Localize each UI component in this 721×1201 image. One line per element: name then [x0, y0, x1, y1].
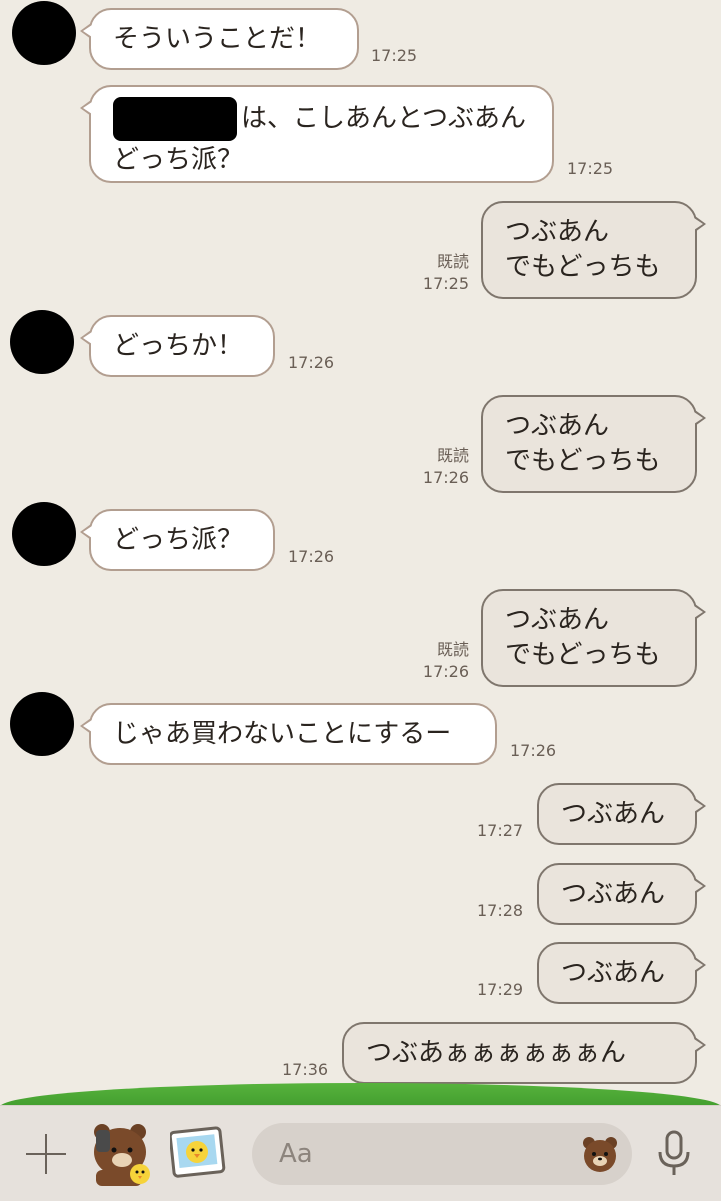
read-receipt: 既読 — [436, 252, 469, 271]
message-text: じゃあ買わないことにするー — [113, 719, 452, 749]
composer-bar: Aa — [0, 1105, 721, 1201]
plus-icon[interactable] — [26, 1134, 66, 1174]
avatar[interactable] — [10, 310, 74, 374]
message-time: 17:25 — [371, 46, 418, 65]
message-text-line-2: でもどっちも — [505, 252, 661, 282]
message-text: つぶあん — [561, 799, 666, 829]
message-meta: 既読 17:25 — [409, 251, 469, 295]
message-text: つぶあん — [561, 958, 666, 988]
message-text: つぶあん — [561, 879, 666, 909]
avatar[interactable] — [10, 692, 74, 756]
message-time: 17:25 — [567, 159, 614, 178]
message-text-line-1: つぶあん — [505, 411, 610, 441]
message-meta: 既読 17:26 — [409, 445, 469, 489]
redacted-name — [113, 97, 237, 141]
message-time: 17:26 — [288, 547, 335, 566]
avatar[interactable] — [12, 502, 76, 566]
read-receipt: 既読 — [436, 640, 469, 659]
photo-icon[interactable] — [168, 1126, 226, 1178]
message-time: 17:36 — [282, 1060, 329, 1079]
message-meta: 既読 17:26 — [409, 639, 469, 683]
message-bubble[interactable]: つぶあん — [537, 942, 706, 1004]
message-bubble[interactable]: そういうことだ！ — [80, 8, 359, 70]
message-bubble[interactable]: つぶあん — [537, 863, 706, 925]
message-time: 17:25 — [422, 274, 469, 293]
message-bubble[interactable]: つぶあん でもどっちも — [481, 201, 706, 299]
emoji-icon[interactable] — [580, 1134, 620, 1174]
grass-decoration — [0, 1083, 721, 1105]
message-bubble[interactable]: じゃあ買わないことにするー — [80, 703, 497, 765]
message-text: つぶあぁぁぁぁぁぁん — [366, 1038, 627, 1068]
message-time: 17:26 — [288, 353, 335, 372]
chat-area: そういうことだ！ 17:25 は、こしあんとつぶあん どっち派？ 17:25 既… — [0, 0, 721, 1105]
message-bubble[interactable]: つぶあぁぁぁぁぁぁん — [342, 1022, 706, 1084]
read-receipt: 既読 — [436, 446, 469, 465]
microphone-icon[interactable] — [654, 1130, 694, 1178]
message-text-line-1: は、こしあんとつぶあん — [241, 103, 526, 134]
message-input-placeholder: Aa — [279, 1139, 313, 1169]
message-text: どっち派？ — [113, 525, 244, 555]
message-time: 17:29 — [477, 980, 524, 999]
message-time: 17:27 — [477, 821, 524, 840]
message-text-line-2: どっち派？ — [113, 145, 244, 175]
sticker-icon[interactable] — [88, 1120, 154, 1186]
message-text: どっちか！ — [113, 331, 244, 361]
message-bubble[interactable]: どっち派？ — [80, 509, 275, 571]
message-bubble[interactable]: どっちか！ — [80, 315, 275, 377]
avatar[interactable] — [12, 1, 76, 65]
message-bubble[interactable]: つぶあん — [537, 783, 706, 845]
message-bubble[interactable]: は、こしあんとつぶあん どっち派？ — [80, 85, 554, 183]
message-text: そういうことだ！ — [113, 24, 322, 54]
message-time: 17:26 — [422, 662, 469, 681]
message-time: 17:26 — [510, 741, 557, 760]
message-text-line-2: でもどっちも — [505, 446, 661, 476]
message-input[interactable]: Aa — [252, 1123, 632, 1185]
message-text-line-1: つぶあん — [505, 605, 610, 635]
message-time: 17:26 — [422, 468, 469, 487]
message-time: 17:28 — [477, 901, 524, 920]
message-text-line-2: でもどっちも — [505, 640, 661, 670]
message-bubble[interactable]: つぶあん でもどっちも — [481, 395, 706, 493]
message-bubble[interactable]: つぶあん でもどっちも — [481, 589, 706, 687]
message-text-line-1: つぶあん — [505, 217, 610, 247]
